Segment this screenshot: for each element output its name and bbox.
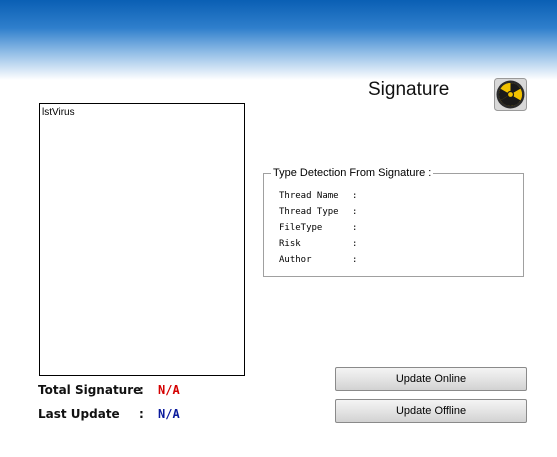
type-detection-legend: Type Detection From Signature : — [271, 167, 434, 180]
last-update-value: N/A — [158, 407, 180, 421]
last-update-label: Last Update — [38, 407, 120, 421]
header-banner — [0, 0, 557, 80]
update-offline-button[interactable]: Update Offline — [335, 399, 527, 423]
detection-fields: Thread Name: Thread Type: FileType: Risk… — [279, 188, 357, 268]
detection-label: Thread Name — [279, 191, 339, 201]
detection-row-thread-name: Thread Name: — [279, 188, 357, 204]
total-signature-value: N/A — [158, 383, 180, 397]
detection-colon: : — [352, 239, 358, 249]
detection-row-thread-type: Thread Type: — [279, 204, 357, 220]
detection-row-filetype: FileType: — [279, 220, 357, 236]
detection-label: Thread Type — [279, 207, 339, 217]
page-title: Signature — [368, 79, 450, 100]
virus-list-label: lstVirus — [42, 107, 75, 118]
detection-row-author: Author: — [279, 252, 357, 268]
detection-label: Author — [279, 255, 312, 265]
last-update-colon: : — [139, 407, 144, 421]
detection-colon: : — [352, 255, 358, 265]
detection-colon: : — [352, 191, 358, 201]
virus-list[interactable]: lstVirus — [39, 103, 245, 376]
total-signature-row: Total Signature: N/A — [38, 383, 180, 397]
type-detection-group: Type Detection From Signature : Thread N… — [263, 167, 524, 277]
update-online-button[interactable]: Update Online — [335, 367, 527, 391]
detection-colon: : — [352, 223, 358, 233]
detection-colon: : — [352, 207, 358, 217]
radiation-hazard-icon — [494, 78, 527, 111]
total-signature-label: Total Signature — [38, 383, 142, 397]
total-signature-colon: : — [139, 383, 144, 397]
last-update-row: Last Update: N/A — [38, 407, 180, 421]
detection-label: FileType — [279, 223, 323, 233]
detection-label: Risk — [279, 239, 301, 249]
detection-row-risk: Risk: — [279, 236, 357, 252]
